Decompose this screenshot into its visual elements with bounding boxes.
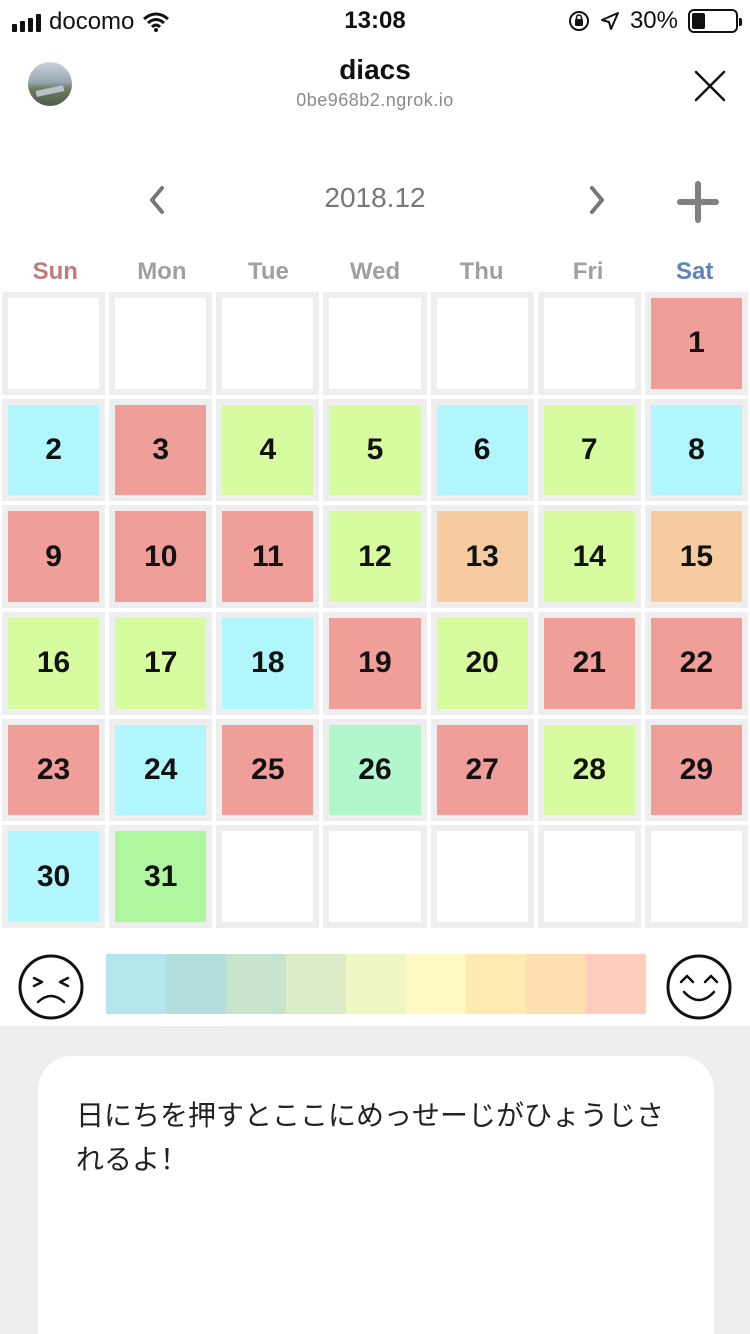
- location-icon: [600, 12, 619, 30]
- calendar-day-30[interactable]: 30: [2, 825, 106, 928]
- calendar-day-4[interactable]: 4: [216, 398, 320, 502]
- calendar-day-28[interactable]: 28: [537, 718, 641, 822]
- calendar-empty-cell: [109, 292, 213, 395]
- status-bar: docomo 13:08 30%: [0, 0, 750, 42]
- calendar-day-22[interactable]: 22: [644, 611, 748, 715]
- sad-face-icon: [18, 954, 84, 1020]
- calendar-day-20[interactable]: 20: [430, 611, 534, 715]
- weekday-tue: Tue: [247, 258, 289, 285]
- weekday-mon: Mon: [137, 258, 187, 285]
- calendar-empty-cell: [537, 292, 641, 395]
- weekday-sat: Sat: [676, 258, 714, 285]
- calendar-day-3[interactable]: 3: [109, 398, 213, 502]
- weekday-wed: Wed: [349, 258, 401, 285]
- mood-color-scale[interactable]: [106, 954, 646, 1014]
- calendar-day-21[interactable]: 21: [537, 611, 641, 715]
- mood-scale-segment[interactable]: [106, 954, 166, 1014]
- mood-scale-segment[interactable]: [286, 954, 346, 1014]
- calendar-day-1[interactable]: 1: [644, 292, 748, 395]
- battery-icon: [688, 9, 742, 33]
- orientation-lock-icon: [568, 11, 589, 31]
- calendar-empty-cell: [430, 292, 534, 395]
- calendar-day-25[interactable]: 25: [216, 718, 320, 822]
- next-month-button[interactable]: [580, 180, 614, 220]
- mood-scale-segment[interactable]: [166, 954, 226, 1014]
- calendar-day-29[interactable]: 29: [644, 718, 748, 822]
- close-button[interactable]: [690, 66, 730, 106]
- month-label: 2018.12: [324, 182, 426, 213]
- weekday-thu: Thu: [459, 258, 504, 285]
- calendar-day-19[interactable]: 19: [323, 611, 427, 715]
- calendar-day-7[interactable]: 7: [537, 398, 641, 502]
- battery-fill: [692, 13, 705, 29]
- calendar-empty-cell: [2, 292, 106, 395]
- mood-scale-segment[interactable]: [406, 954, 466, 1014]
- page-title: diacs: [339, 54, 411, 85]
- mood-scale-segment[interactable]: [226, 954, 286, 1014]
- calendar-day-11[interactable]: 11: [216, 505, 320, 608]
- status-right: 30%: [568, 7, 742, 35]
- calendar-day-17[interactable]: 17: [109, 611, 213, 715]
- calendar-day-24[interactable]: 24: [109, 718, 213, 822]
- calendar-empty-cell: [430, 825, 534, 928]
- calendar-empty-cell: [216, 292, 320, 395]
- weekday-fri: Fri: [572, 258, 604, 285]
- calendar-day-14[interactable]: 14: [537, 505, 641, 608]
- calendar-day-2[interactable]: 2: [2, 398, 106, 502]
- month-navigation: 2018.12: [0, 170, 750, 230]
- calendar-day-27[interactable]: 27: [430, 718, 534, 822]
- calendar-day-23[interactable]: 23: [2, 718, 106, 822]
- calendar-day-18[interactable]: 18: [216, 611, 320, 715]
- calendar-empty-cell: [323, 825, 427, 928]
- weekday-sun: Sun: [32, 258, 78, 285]
- mood-scale-segment[interactable]: [466, 954, 526, 1014]
- mood-scale-segment[interactable]: [346, 954, 406, 1014]
- mood-scale: [0, 948, 750, 1026]
- add-button[interactable]: [676, 180, 720, 224]
- calendar-day-6[interactable]: 6: [430, 398, 534, 502]
- calendar-grid: 1 2 3 4 5 6 7 8 9 10 11 12 13 14 15 16 17 18 19 20 21 22 23 24 2…: [2, 292, 748, 928]
- battery-percent: 30%: [629, 7, 678, 34]
- weekday-header: Sun Mon Tue Wed Thu Fri Sat: [2, 252, 748, 292]
- calendar-day-5[interactable]: 5: [323, 398, 427, 502]
- app-header: diacs 0be968b2.ngrok.io: [0, 42, 750, 122]
- page-subtitle: 0be968b2.ngrok.io: [296, 90, 454, 110]
- calendar-empty-cell: [323, 292, 427, 395]
- mood-scale-segment[interactable]: [526, 954, 586, 1014]
- calendar-empty-cell: [537, 825, 641, 928]
- calendar-day-13[interactable]: 13: [430, 505, 534, 608]
- calendar-day-9[interactable]: 9: [2, 505, 106, 608]
- calendar-day-15[interactable]: 15: [644, 505, 748, 608]
- calendar-day-10[interactable]: 10: [109, 505, 213, 608]
- message-area: 日にちを押すとここにめっせーじがひょうじされるよ！: [0, 1026, 750, 1334]
- calendar-day-16[interactable]: 16: [2, 611, 106, 715]
- calendar-day-26[interactable]: 26: [323, 718, 427, 822]
- message-text: 日にちを押すとここにめっせーじがひょうじされるよ！: [76, 1100, 665, 1175]
- happy-face-icon: [666, 954, 732, 1020]
- calendar-day-12[interactable]: 12: [323, 505, 427, 608]
- message-card: 日にちを押すとここにめっせーじがひょうじされるよ！: [38, 1056, 714, 1334]
- calendar-empty-cell: [644, 825, 748, 928]
- calendar-day-8[interactable]: 8: [644, 398, 748, 502]
- calendar-empty-cell: [216, 825, 320, 928]
- calendar-day-31[interactable]: 31: [109, 825, 213, 928]
- mood-scale-segment[interactable]: [586, 954, 646, 1014]
